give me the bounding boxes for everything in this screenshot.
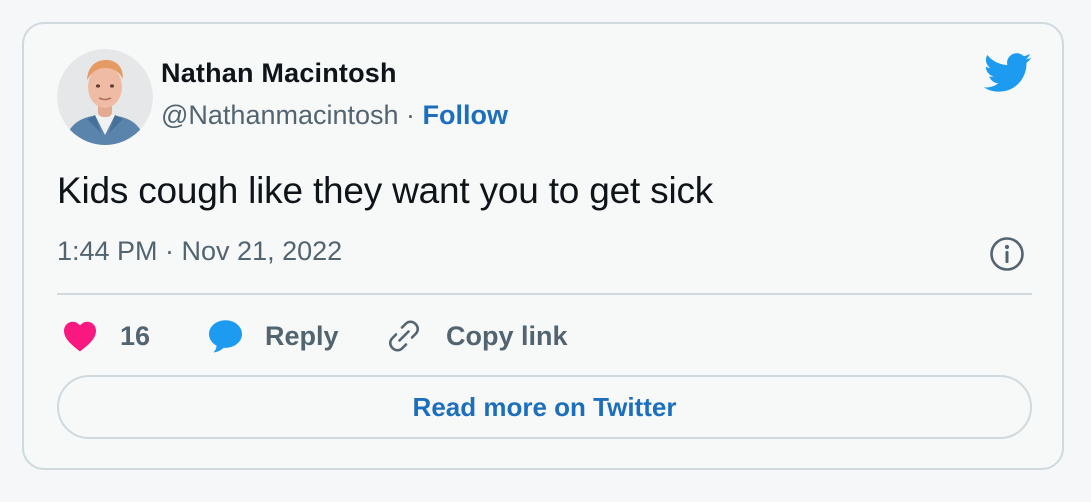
divider — [57, 293, 1032, 295]
like-count: 16 — [120, 320, 151, 351]
tweet-text: Kids cough like they want you to get sic… — [57, 170, 714, 211]
speech-bubble-icon — [209, 320, 242, 353]
author-handle[interactable]: @Nathanmacintosh — [161, 100, 399, 130]
copy-link-label: Copy link — [446, 320, 568, 351]
twitter-bird-icon[interactable] — [984, 53, 1032, 93]
info-icon[interactable] — [989, 236, 1025, 272]
author-handle-line: @Nathanmacintosh · Follow — [161, 100, 508, 131]
tweet-timestamp[interactable]: 1:44 PM · Nov 21, 2022 — [57, 236, 342, 267]
heart-icon — [64, 321, 96, 352]
handle-separator: · — [398, 100, 423, 130]
read-more-button[interactable]: Read more on Twitter — [57, 375, 1032, 439]
link-icon — [388, 320, 420, 352]
like-button[interactable]: 16 — [62, 316, 150, 356]
avatar[interactable] — [57, 49, 153, 145]
avatar-image — [57, 49, 153, 145]
copy-link-button[interactable]: Copy link — [386, 316, 568, 356]
author-name[interactable]: Nathan Macintosh — [161, 58, 397, 89]
reply-label: Reply — [265, 320, 339, 351]
reply-button[interactable]: Reply — [207, 316, 339, 356]
follow-link[interactable]: Follow — [423, 100, 508, 130]
